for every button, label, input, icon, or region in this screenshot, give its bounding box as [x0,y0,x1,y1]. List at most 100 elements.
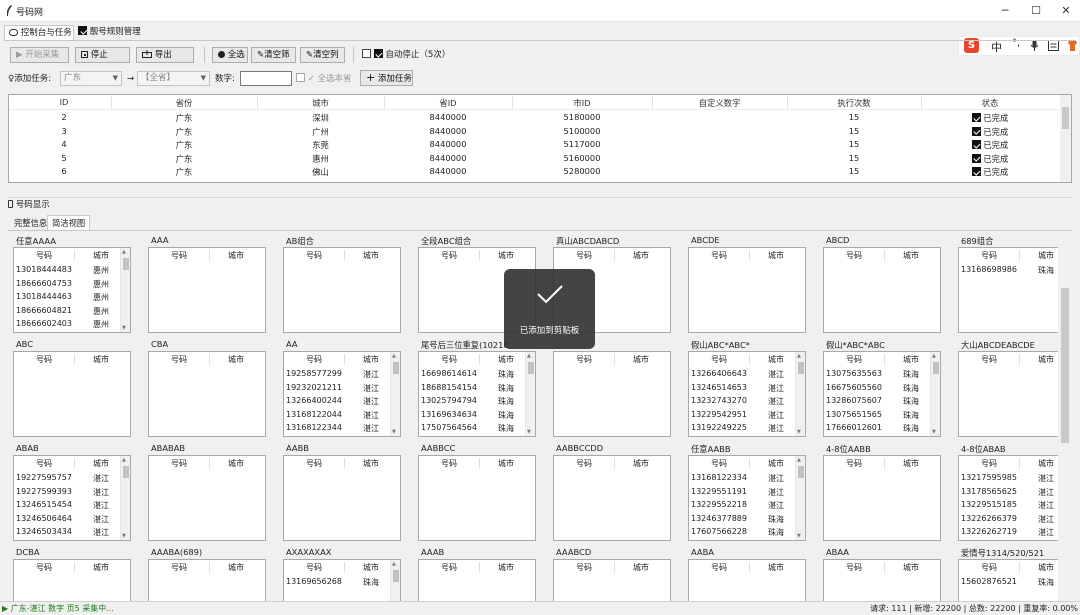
tab-console[interactable]: 控制台与任务 [4,25,74,41]
list-scrollbar[interactable]: ▲▼ [525,352,535,436]
list-item-number[interactable]: 13168122334 [691,473,747,482]
list-item-city[interactable]: 珠海 [903,369,919,380]
column-header[interactable]: 市ID [512,97,652,109]
number-list[interactable]: 号码 城市 13169656268 珠海 ▲▼ [283,559,401,601]
column-header-number[interactable]: 号码 [441,458,457,469]
tab-rules[interactable]: 靓号规则管理 [74,25,146,41]
list-item-city[interactable]: 珠海 [1038,577,1054,588]
column-separator[interactable] [74,354,75,365]
number-list[interactable]: 号码 城市 [148,559,266,601]
list-item-city[interactable]: 惠州 [93,279,109,290]
list-item-number[interactable]: 13178565625 [961,487,1017,496]
list-item-number[interactable]: 13266400244 [286,396,342,405]
column-separator[interactable] [884,250,885,261]
list-item-number[interactable]: 13018444483 [16,265,72,274]
column-header-city[interactable]: 城市 [363,354,379,365]
column-separator[interactable] [1019,458,1020,469]
number-list[interactable]: 号码 城市 [418,559,536,601]
scroll-down-icon[interactable]: ▼ [527,429,531,435]
list-scrollbar[interactable]: ▲▼ [390,352,400,436]
column-header-number[interactable]: 号码 [171,354,187,365]
column-separator[interactable] [111,96,112,109]
list-item-city[interactable]: 湛江 [768,410,784,421]
list-item-number[interactable]: 19232021211 [286,383,342,392]
column-header-city[interactable]: 城市 [228,250,244,261]
column-separator[interactable] [479,562,480,573]
list-item-number[interactable]: 13246514653 [691,383,747,392]
column-header[interactable]: 省份 [111,97,257,109]
list-item-city[interactable]: 湛江 [768,473,784,484]
list-item-city[interactable]: 湛江 [1038,487,1054,498]
column-separator[interactable] [614,458,615,469]
list-item-city[interactable]: 湛江 [768,396,784,407]
list-item-city[interactable]: 湛江 [768,383,784,394]
column-header-city[interactable]: 城市 [228,562,244,573]
list-item-city[interactable]: 湛江 [1038,514,1054,525]
clear-list-button[interactable]: ✎清空列 [300,47,345,63]
list-item-city[interactable]: 湛江 [1038,500,1054,511]
list-item-city[interactable]: 湛江 [93,500,109,511]
table-row[interactable]: 4 广东 东莞 8440000 5117000 15 已完成 [9,139,1059,152]
list-item-number[interactable]: 13266406643 [691,369,747,378]
column-header-city[interactable]: 城市 [498,458,514,469]
close-button[interactable]: ✕ [1055,2,1077,20]
list-item-number[interactable]: 13246503434 [16,527,72,536]
select-province-toggle[interactable]: ✓ 全选本省 [296,73,352,85]
column-header-city[interactable]: 城市 [903,458,919,469]
list-scrollbar-thumb[interactable] [123,258,129,270]
number-list[interactable]: 号码 城市 13168698986 珠海 [958,247,1058,333]
column-header-number[interactable]: 号码 [576,458,592,469]
list-item-city[interactable]: 珠海 [903,423,919,434]
list-item-city[interactable]: 湛江 [768,423,784,434]
column-separator[interactable] [74,458,75,469]
column-header-number[interactable]: 号码 [441,250,457,261]
list-scrollbar[interactable]: ▲▼ [120,248,130,332]
list-item-number[interactable]: 17607566228 [691,527,747,536]
column-header-number[interactable]: 号码 [846,354,862,365]
column-header-city[interactable]: 城市 [633,354,649,365]
scroll-down-icon[interactable]: ▼ [392,429,396,435]
column-separator[interactable] [884,354,885,365]
keyboard-icon[interactable] [1048,40,1059,51]
column-header-number[interactable]: 号码 [981,562,997,573]
column-header-city[interactable]: 城市 [93,458,109,469]
list-item-city[interactable]: 珠海 [498,383,514,394]
number-list[interactable]: 号码 城市 [418,455,536,541]
number-list[interactable]: 号码 城市 [823,559,941,601]
column-header-number[interactable]: 号码 [981,458,997,469]
city-select[interactable]: 【全省】 ▼ [137,71,210,86]
list-item-number[interactable]: 13169634634 [421,410,477,419]
tab-simple-view[interactable]: 简洁视图 [47,215,91,231]
table-scrollbar-thumb[interactable] [1062,107,1069,129]
list-scrollbar-thumb[interactable] [393,570,399,582]
list-item-number[interactable]: 13192249225 [691,423,747,432]
number-list[interactable]: 号码 城市 [13,559,131,601]
column-header-city[interactable]: 城市 [903,562,919,573]
list-item-number[interactable]: 16698614614 [421,369,477,378]
list-item-number[interactable]: 13229542951 [691,410,747,419]
column-header[interactable]: 执行次数 [787,97,921,109]
list-item-city[interactable]: 珠海 [498,423,514,434]
number-list[interactable]: 号码 城市 [553,351,671,437]
maximize-button[interactable]: ☐ [1025,2,1047,20]
column-header-city[interactable]: 城市 [363,250,379,261]
column-header-number[interactable]: 号码 [576,354,592,365]
column-separator[interactable] [344,250,345,261]
column-header-city[interactable]: 城市 [498,250,514,261]
list-item-city[interactable]: 珠海 [903,383,919,394]
column-header-city[interactable]: 城市 [768,354,784,365]
number-list[interactable]: 号码 城市 [283,247,401,333]
column-separator[interactable] [479,354,480,365]
column-header-number[interactable]: 号码 [711,354,727,365]
column-header-number[interactable]: 号码 [306,458,322,469]
column-separator[interactable] [512,96,513,109]
scroll-up-icon[interactable]: ▲ [392,561,396,567]
column-header-city[interactable]: 城市 [633,562,649,573]
list-item-number[interactable]: 13286075607 [826,396,882,405]
column-header-city[interactable]: 城市 [498,562,514,573]
column-header-number[interactable]: 号码 [711,562,727,573]
column-separator[interactable] [884,458,885,469]
column-header-number[interactable]: 号码 [171,562,187,573]
number-list[interactable]: 号码 城市 16698614614 珠海 18688154154 珠海 1302579479… [418,351,536,437]
column-header-city[interactable]: 城市 [498,354,514,365]
